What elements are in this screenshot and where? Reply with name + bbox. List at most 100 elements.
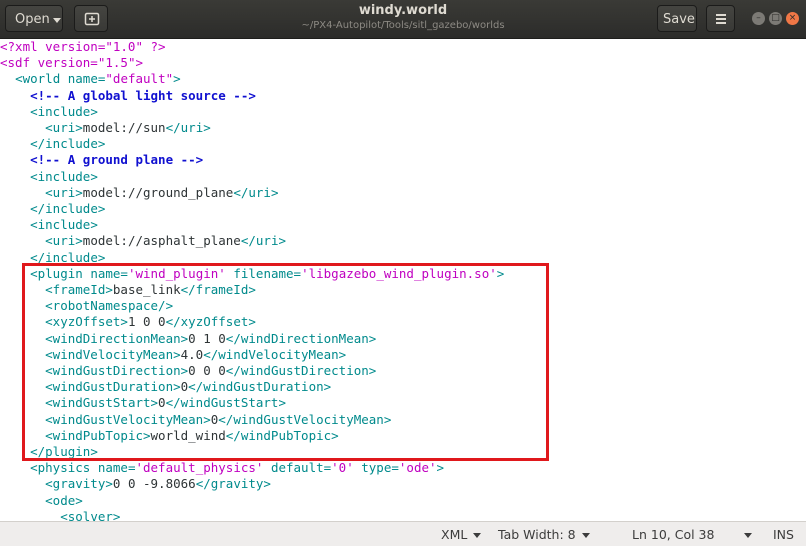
maximize-icon: □ bbox=[771, 13, 780, 23]
code-token: <physics bbox=[30, 460, 98, 476]
code-line: <uri>model://ground_plane</uri> bbox=[0, 185, 278, 201]
code-line: </include> bbox=[0, 136, 105, 152]
code-token: <include> bbox=[30, 168, 98, 184]
code-token: <ode> bbox=[45, 492, 83, 508]
chevron-down-icon bbox=[744, 533, 753, 538]
code-token: <world bbox=[15, 71, 68, 87]
plugin-highlight-box bbox=[22, 263, 549, 461]
window-title: windy.world ~/PX4-Autopilot/Tools/sitl_g… bbox=[200, 3, 606, 32]
new-document-icon bbox=[84, 12, 100, 26]
minimize-icon: – bbox=[756, 13, 761, 23]
code-token: <!-- A ground plane --> bbox=[30, 152, 204, 168]
status-bar: XML Tab Width: 8 Ln 10, Col 38 INS bbox=[0, 521, 806, 546]
tab-width-selector[interactable]: Tab Width: 8 bbox=[498, 527, 590, 542]
code-token: model://ground_plane bbox=[82, 184, 234, 200]
maximize-button[interactable]: □ bbox=[769, 12, 782, 25]
insert-mode-indicator[interactable]: INS bbox=[773, 527, 794, 542]
insert-mode-label: INS bbox=[773, 527, 794, 542]
code-token: name= bbox=[67, 71, 106, 87]
code-token: "default" bbox=[105, 71, 174, 87]
code-token: <sdf version= bbox=[0, 55, 98, 71]
hamburger-menu-button[interactable] bbox=[706, 5, 735, 32]
code-token: </uri> bbox=[233, 184, 279, 200]
code-token: <?xml version="1.0" ?> bbox=[0, 39, 166, 54]
code-line: <uri>model://asphalt_plane</uri> bbox=[0, 233, 286, 249]
code-token: </include> bbox=[30, 201, 106, 216]
save-button-label: Save bbox=[663, 12, 695, 27]
code-token: <uri> bbox=[45, 233, 83, 249]
code-token: > bbox=[135, 55, 144, 71]
open-button[interactable]: Open bbox=[5, 5, 63, 32]
open-button-label: Open bbox=[15, 12, 50, 27]
code-line: <gravity>0 0 -9.8066</gravity> bbox=[0, 476, 271, 492]
code-token: <include> bbox=[30, 103, 98, 119]
close-icon: × bbox=[788, 13, 797, 23]
code-line: <sdf version="1.5"> bbox=[0, 55, 143, 71]
code-token: </uri> bbox=[240, 233, 286, 249]
language-label: XML bbox=[441, 527, 468, 542]
code-token: <solver> bbox=[60, 508, 121, 521]
code-line: <uri>model://sun</uri> bbox=[0, 120, 211, 136]
code-token: model://sun bbox=[82, 120, 166, 135]
header-bar: Open windy.world ~/PX4-Autopilot/Tools/s… bbox=[0, 0, 806, 39]
code-token: '0' bbox=[331, 460, 354, 476]
code-line: <include> bbox=[0, 169, 98, 185]
close-button[interactable]: × bbox=[786, 12, 799, 25]
minimize-button[interactable]: – bbox=[752, 12, 765, 25]
save-button[interactable]: Save bbox=[657, 5, 697, 32]
code-token: 'ode' bbox=[398, 460, 437, 476]
hamburger-icon-bar bbox=[716, 22, 726, 24]
hamburger-icon bbox=[716, 14, 726, 16]
cursor-position-selector[interactable]: Ln 10, Col 38 bbox=[632, 527, 753, 542]
code-line: <?xml version="1.0" ?> bbox=[0, 39, 166, 55]
hamburger-icon-bar bbox=[716, 18, 726, 20]
code-token: 0 0 -9.8066 bbox=[112, 476, 196, 492]
code-token: > bbox=[436, 460, 445, 476]
document-title: windy.world bbox=[358, 3, 448, 18]
code-token: <include> bbox=[30, 217, 98, 233]
code-token: 'default_physics' bbox=[135, 460, 264, 476]
cursor-position-label: Ln 10, Col 38 bbox=[632, 527, 715, 542]
language-selector[interactable]: XML bbox=[441, 527, 482, 542]
code-token: default= bbox=[263, 460, 332, 476]
code-token: </include> bbox=[30, 136, 106, 152]
code-line: </include> bbox=[0, 201, 105, 217]
code-token: type= bbox=[353, 460, 399, 476]
code-line: <world name="default"> bbox=[0, 71, 181, 87]
code-line: <!-- A global light source --> bbox=[0, 88, 256, 104]
chevron-down-icon bbox=[53, 18, 61, 23]
code-token: <gravity> bbox=[45, 476, 113, 492]
chevron-down-icon bbox=[473, 533, 482, 538]
code-line: <include> bbox=[0, 104, 98, 120]
tab-width-label: Tab Width: 8 bbox=[498, 527, 576, 542]
code-token: > bbox=[173, 71, 181, 87]
code-token: name= bbox=[97, 460, 136, 476]
code-line: <include> bbox=[0, 217, 98, 233]
code-line: <solver> bbox=[0, 509, 120, 521]
code-token: <!-- A global light source --> bbox=[30, 87, 256, 103]
code-token: model://asphalt_plane bbox=[82, 233, 241, 249]
code-line: <!-- A ground plane --> bbox=[0, 152, 203, 168]
code-token: "1.5" bbox=[97, 55, 136, 71]
code-token: </gravity> bbox=[195, 476, 271, 492]
document-path: ~/PX4-Autopilot/Tools/sitl_gazebo/worlds bbox=[301, 20, 505, 31]
new-document-button[interactable] bbox=[74, 5, 108, 32]
code-token: <uri> bbox=[45, 184, 83, 200]
code-token: </uri> bbox=[165, 120, 211, 135]
chevron-down-icon bbox=[581, 533, 590, 538]
